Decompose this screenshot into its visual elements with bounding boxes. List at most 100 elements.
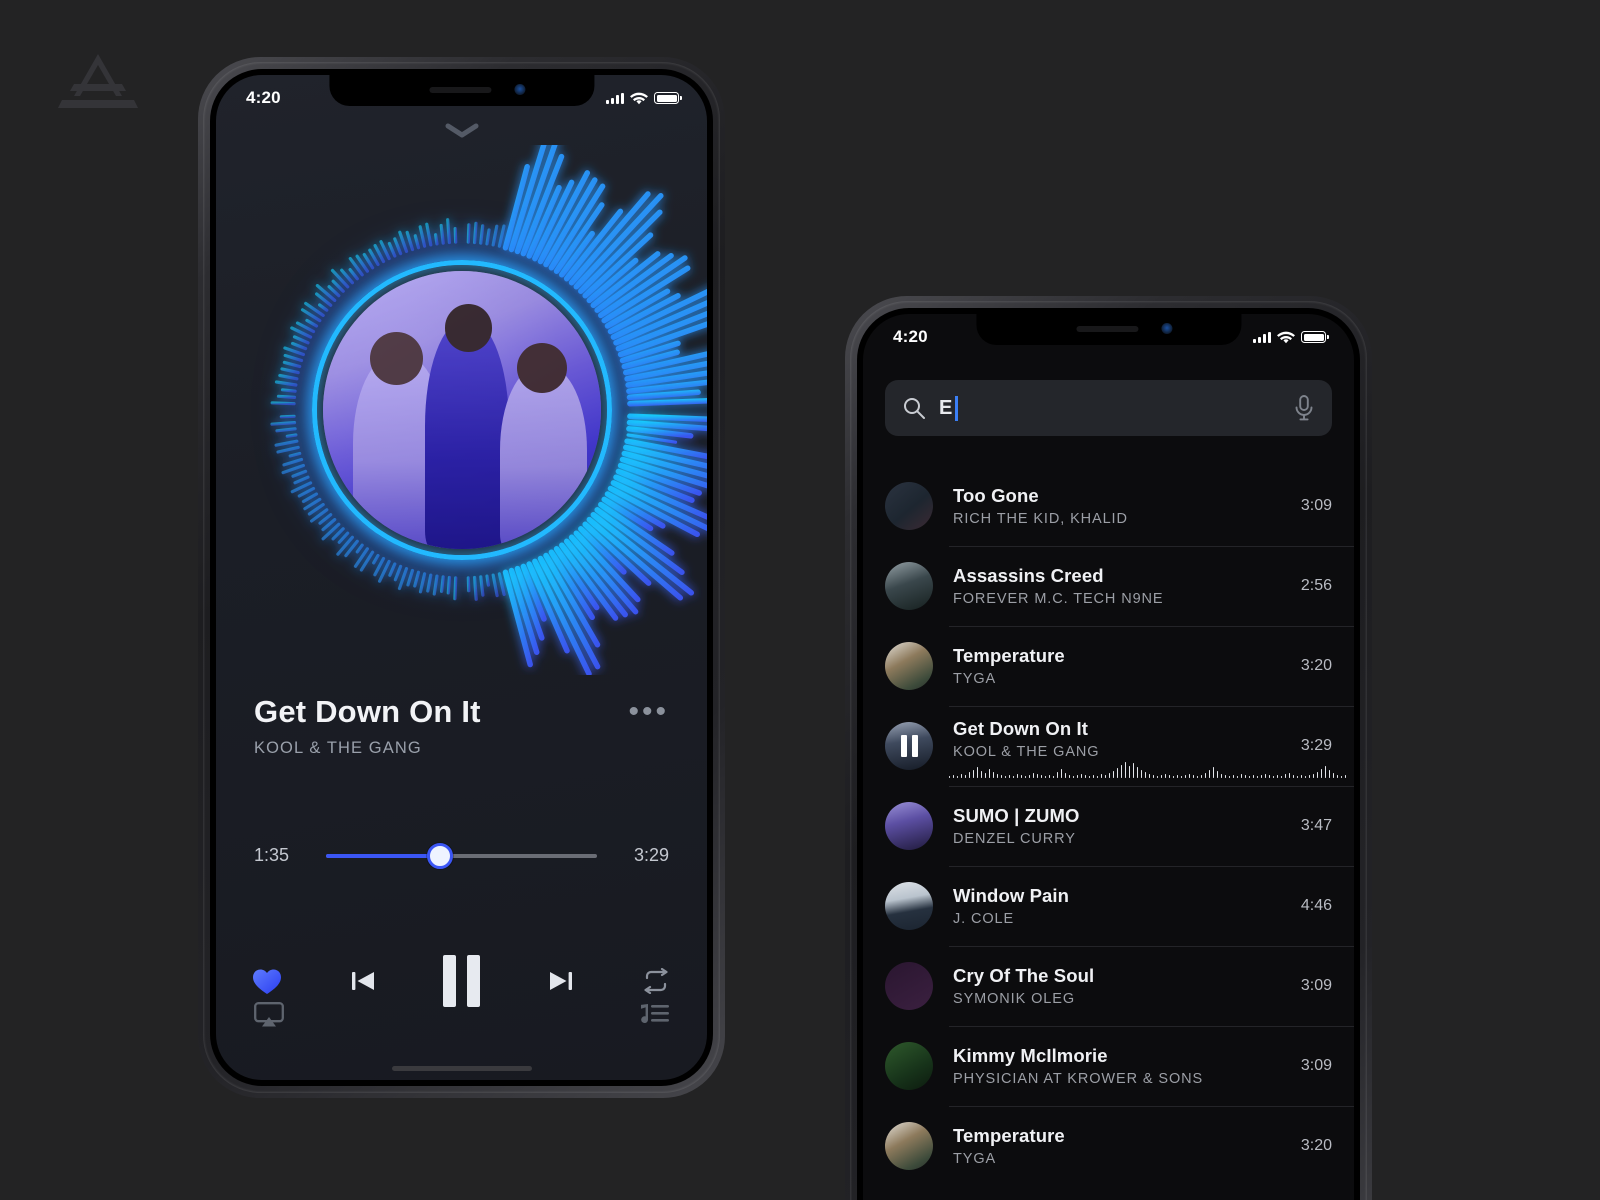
canvas: 4:20 Get Down On It ••• KOOL & THE GANG …: [0, 0, 1600, 1200]
track-list[interactable]: Too Gone RICH THE KID, KHALID 3:09 Assassin…: [863, 466, 1354, 1200]
track-title: Cry Of The Soul: [953, 965, 1095, 986]
track-artwork: [885, 482, 933, 530]
seek-fill: [326, 853, 440, 858]
track-list-item[interactable]: Cry Of The Soul SYMONIK OLEG 3:09: [863, 946, 1354, 1026]
airplay-icon: [254, 1002, 284, 1027]
status-indicators: [1253, 331, 1329, 344]
battery-icon: [1301, 331, 1329, 343]
notch: [328, 75, 595, 106]
player-phone: 4:20 Get Down On It ••• KOOL & THE GANG …: [198, 57, 725, 1098]
track-duration: 3:09: [1300, 497, 1332, 514]
track-artwork: [885, 1042, 933, 1090]
total-time: 3:29: [633, 845, 669, 865]
now-playing-title: Get Down On It: [254, 694, 481, 729]
seek-slider[interactable]: [326, 842, 597, 869]
repeat-button[interactable]: [641, 968, 671, 994]
wifi-icon: [1277, 331, 1295, 343]
track-artwork: [885, 562, 933, 610]
track-artist: TYGA: [953, 671, 997, 687]
track-artwork: [885, 962, 933, 1010]
track-text: Assassins Creed FOREVER M.C. TECH N9NE: [953, 565, 1271, 607]
track-artist: J. COLE: [953, 911, 1015, 927]
track-list-item[interactable]: Get Down On It KOOL & THE GANG 3:29: [863, 706, 1354, 786]
status-time: 4:20: [246, 88, 281, 107]
track-text: Cry Of The Soul SYMONIK OLEG: [953, 965, 1271, 1007]
track-duration: 3:09: [1300, 1057, 1332, 1074]
track-duration: 3:29: [1300, 737, 1332, 754]
track-duration: 3:09: [1300, 977, 1332, 994]
track-list-item[interactable]: Too Gone RICH THE KID, KHALID 3:09: [863, 466, 1354, 546]
queue-button[interactable]: [639, 1003, 669, 1027]
favorite-button[interactable]: [252, 968, 282, 995]
track-list-item[interactable]: Kimmy McIlmorie PHYSICIAN AT KROWER & SON…: [863, 1026, 1354, 1106]
track-artwork: [885, 882, 933, 930]
track-text: Temperature TYGA: [953, 1125, 1271, 1167]
search-icon: [904, 398, 925, 419]
battery-icon: [654, 92, 682, 104]
text-cursor: [955, 395, 958, 421]
album-art-visualizer: [216, 145, 707, 675]
status-time: 4:20: [893, 327, 928, 346]
airplay-button[interactable]: [254, 1002, 284, 1028]
track-artwork: [885, 802, 933, 850]
track-text: Kimmy McIlmorie PHYSICIAN AT KROWER & SON…: [953, 1045, 1271, 1087]
pause-icon[interactable]: [885, 722, 933, 770]
pause-bar-right: [467, 955, 480, 1007]
pause-bar-left: [443, 955, 456, 1007]
previous-track-icon: [351, 972, 374, 990]
home-indicator: [391, 1066, 532, 1071]
status-indicators: [606, 92, 682, 105]
notch: [975, 314, 1242, 345]
track-artist: SYMONIK OLEG: [953, 991, 1075, 1007]
wifi-icon: [630, 92, 648, 104]
track-title: SUMO | ZUMO: [953, 805, 1080, 826]
track-artwork: [885, 722, 933, 770]
track-list-item[interactable]: Temperature TYGA 3:20: [863, 1106, 1354, 1186]
next-track-button[interactable]: [546, 966, 576, 996]
pause-button[interactable]: [443, 955, 480, 1007]
playback-progress: 1:35 3:29: [216, 842, 707, 869]
track-list-item[interactable]: Window Pain J. COLE 4:46: [863, 866, 1354, 946]
track-duration: 3:20: [1300, 1137, 1332, 1154]
collapse-player-button[interactable]: [445, 123, 479, 144]
repeat-icon: [644, 968, 668, 994]
search-value-wrap: E: [939, 395, 1280, 421]
track-artist: TYGA: [953, 1151, 997, 1167]
microphone-icon[interactable]: [1294, 395, 1314, 421]
search-section: E: [863, 380, 1354, 436]
heart-icon: [253, 969, 281, 994]
player-bottom-bar: [216, 1002, 707, 1028]
chevron-down-icon: [445, 123, 478, 138]
previous-track-button[interactable]: [348, 966, 378, 996]
track-list-item[interactable]: SUMO | ZUMO DENZEL CURRY 3:47: [863, 786, 1354, 866]
playback-controls: [216, 955, 707, 1007]
earpiece-speaker: [1076, 326, 1139, 332]
track-artist: DENZEL CURRY: [953, 831, 1076, 847]
track-text: Temperature TYGA: [953, 645, 1271, 687]
search-screen: 4:20 E Too Gone RICH THE KID, KHALID 3:0…: [863, 314, 1354, 1200]
track-artwork: [885, 1122, 933, 1170]
search-value: E: [939, 396, 953, 419]
track-title: Temperature: [953, 1125, 1065, 1146]
earpiece-speaker: [429, 87, 492, 93]
track-duration: 3:20: [1300, 657, 1332, 674]
track-title: Kimmy McIlmorie: [953, 1045, 1108, 1066]
track-text: Too Gone RICH THE KID, KHALID: [953, 485, 1271, 527]
search-input[interactable]: E: [885, 380, 1332, 436]
track-list-item[interactable]: Assassins Creed FOREVER M.C. TECH N9NE 2:5…: [863, 546, 1354, 626]
track-artist: PHYSICIAN AT KROWER & SONS: [953, 1071, 1204, 1087]
track-duration: 3:47: [1300, 817, 1332, 834]
track-text: Window Pain J. COLE: [953, 885, 1271, 927]
signal-bars-icon: [1253, 331, 1271, 343]
track-artist: FOREVER M.C. TECH N9NE: [953, 591, 1164, 607]
track-title: Window Pain: [953, 885, 1070, 906]
track-title: Assassins Creed: [953, 565, 1104, 586]
front-camera-icon: [1161, 323, 1173, 334]
album-cover-art: [322, 271, 601, 549]
track-title: Too Gone: [953, 485, 1039, 506]
player-screen: 4:20 Get Down On It ••• KOOL & THE GANG …: [216, 75, 707, 1080]
more-options-button[interactable]: •••: [628, 695, 669, 727]
seek-handle[interactable]: [426, 842, 453, 869]
track-artist: RICH THE KID, KHALID: [953, 511, 1128, 527]
track-list-item[interactable]: Temperature TYGA 3:20: [863, 626, 1354, 706]
